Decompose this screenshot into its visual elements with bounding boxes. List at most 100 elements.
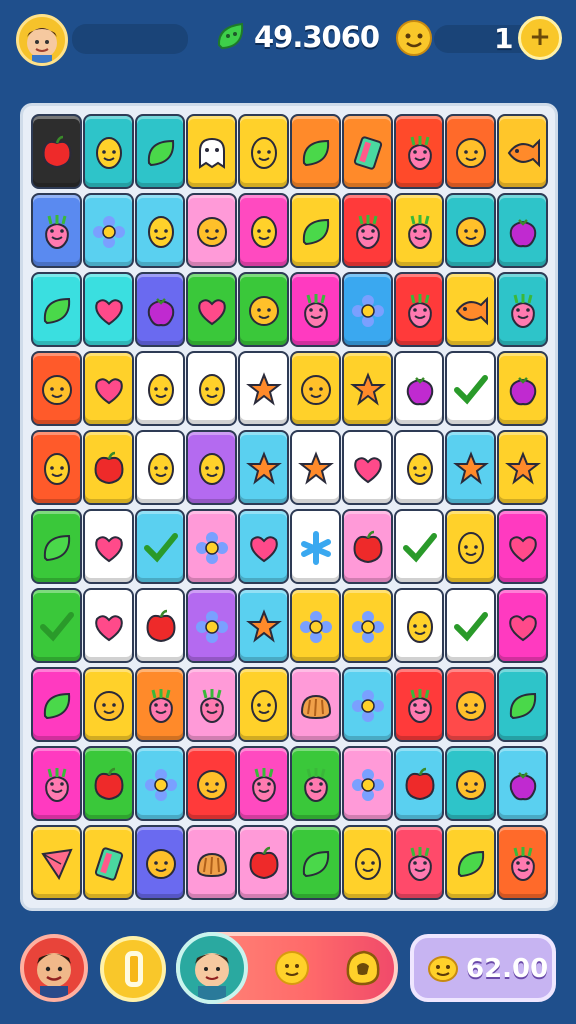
tile-face[interactable] xyxy=(289,351,341,426)
tile-bread[interactable] xyxy=(289,667,341,742)
tile-apple[interactable] xyxy=(134,588,186,663)
tile-lemon[interactable] xyxy=(238,114,289,189)
tile-lemon[interactable] xyxy=(393,430,445,505)
tile-apple[interactable] xyxy=(82,746,134,821)
tile-apple[interactable] xyxy=(31,114,82,189)
tile-leaf[interactable] xyxy=(289,825,341,900)
tile-berry[interactable] xyxy=(393,351,445,426)
tile-lemon[interactable] xyxy=(134,430,186,505)
tile-heart[interactable] xyxy=(497,588,548,663)
tile-apple[interactable] xyxy=(341,509,393,584)
tile-heart[interactable] xyxy=(238,509,289,584)
tile-star[interactable] xyxy=(238,430,289,505)
tile-leaf[interactable] xyxy=(31,272,82,347)
tile-lemon[interactable] xyxy=(393,588,445,663)
profile-avatar-button[interactable] xyxy=(20,934,88,1002)
tile-berry[interactable] xyxy=(497,193,548,268)
tile-candy[interactable] xyxy=(341,114,393,189)
tile-star[interactable] xyxy=(238,588,289,663)
tile-leaf[interactable] xyxy=(289,114,341,189)
tile-check[interactable] xyxy=(393,509,445,584)
tile-face[interactable] xyxy=(186,193,238,268)
tile-lemon[interactable] xyxy=(238,193,289,268)
tile-radish[interactable] xyxy=(393,667,445,742)
tile-face[interactable] xyxy=(445,746,497,821)
tile-apple[interactable] xyxy=(238,825,289,900)
tile-radish[interactable] xyxy=(289,272,341,347)
tile-star[interactable] xyxy=(289,430,341,505)
tile-apple[interactable] xyxy=(82,430,134,505)
tile-berry[interactable] xyxy=(497,746,548,821)
tile-heart[interactable] xyxy=(497,509,548,584)
tile-radish[interactable] xyxy=(393,114,445,189)
tile-heart[interactable] xyxy=(82,351,134,426)
tile-radish[interactable] xyxy=(341,193,393,268)
tile-check[interactable] xyxy=(445,588,497,663)
tile-cross[interactable] xyxy=(289,509,341,584)
tile-lemon[interactable] xyxy=(31,430,82,505)
tile-heart[interactable] xyxy=(82,588,134,663)
tile-leaf[interactable] xyxy=(289,193,341,268)
helper-avatar[interactable] xyxy=(176,932,248,1004)
tile-flower[interactable] xyxy=(341,588,393,663)
tile-radish[interactable] xyxy=(31,193,82,268)
player-avatar[interactable] xyxy=(16,14,68,66)
tile-face[interactable] xyxy=(82,667,134,742)
tile-heart[interactable] xyxy=(186,272,238,347)
tile-leaf[interactable] xyxy=(134,114,186,189)
tile-face[interactable] xyxy=(445,114,497,189)
tile-flower[interactable] xyxy=(341,272,393,347)
tile-flower[interactable] xyxy=(341,746,393,821)
tile-check[interactable] xyxy=(445,351,497,426)
tile-ghost[interactable] xyxy=(186,114,238,189)
tile-face[interactable] xyxy=(134,825,186,900)
tile-flower[interactable] xyxy=(186,588,238,663)
tile-lemon[interactable] xyxy=(82,114,134,189)
tile-lemon[interactable] xyxy=(134,193,186,268)
tile-leaf[interactable] xyxy=(31,667,82,742)
balance-pill[interactable]: 62.00 xyxy=(410,934,556,1002)
tile-check[interactable] xyxy=(31,588,82,663)
tile-lemon[interactable] xyxy=(445,509,497,584)
tile-star[interactable] xyxy=(238,351,289,426)
tile-flower[interactable] xyxy=(341,667,393,742)
tile-star[interactable] xyxy=(445,430,497,505)
tile-candy[interactable] xyxy=(82,825,134,900)
tile-radish[interactable] xyxy=(186,667,238,742)
tile-star[interactable] xyxy=(497,430,548,505)
tile-radish[interactable] xyxy=(31,746,82,821)
tile-berry[interactable] xyxy=(134,272,186,347)
tile-radish[interactable] xyxy=(393,825,445,900)
coin-button[interactable] xyxy=(100,936,166,1002)
tile-radish[interactable] xyxy=(134,667,186,742)
tile-leaf[interactable] xyxy=(497,667,548,742)
tile-lemon[interactable] xyxy=(341,825,393,900)
tile-radish[interactable] xyxy=(497,825,548,900)
tile-flower[interactable] xyxy=(186,509,238,584)
tile-check[interactable] xyxy=(134,509,186,584)
tile-lemon[interactable] xyxy=(238,667,289,742)
tile-radish[interactable] xyxy=(497,272,548,347)
tile-face[interactable] xyxy=(445,193,497,268)
tile-fish[interactable] xyxy=(497,114,548,189)
tile-bread[interactable] xyxy=(186,825,238,900)
tile-radish[interactable] xyxy=(393,193,445,268)
tile-lemon[interactable] xyxy=(186,430,238,505)
tile-face[interactable] xyxy=(186,746,238,821)
tile-lemon[interactable] xyxy=(134,351,186,426)
tile-radish[interactable] xyxy=(238,746,289,821)
tile-heart[interactable] xyxy=(341,430,393,505)
tile-radish[interactable] xyxy=(289,746,341,821)
tile-leaf[interactable] xyxy=(445,825,497,900)
tile-flower[interactable] xyxy=(134,746,186,821)
tile-fish[interactable] xyxy=(445,272,497,347)
tile-apple[interactable] xyxy=(393,746,445,821)
tile-kite[interactable] xyxy=(31,825,82,900)
tile-flower[interactable] xyxy=(82,193,134,268)
tile-lemon[interactable] xyxy=(186,351,238,426)
tile-radish[interactable] xyxy=(393,272,445,347)
add-coins-button[interactable]: + xyxy=(518,16,562,60)
tile-heart[interactable] xyxy=(82,272,134,347)
tile-leaf[interactable] xyxy=(31,509,82,584)
tile-heart[interactable] xyxy=(82,509,134,584)
